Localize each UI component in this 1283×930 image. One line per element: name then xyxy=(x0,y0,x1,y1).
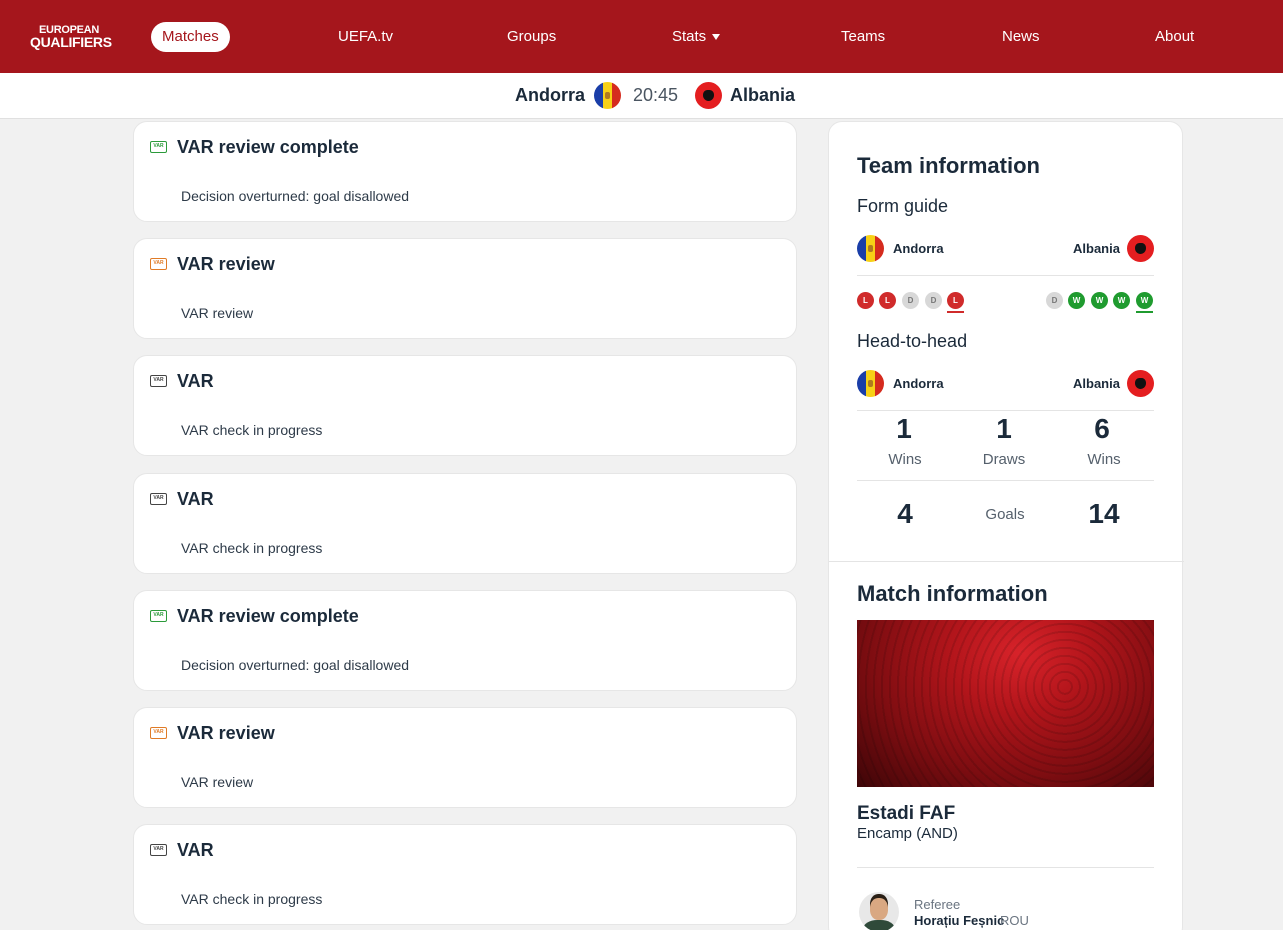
referee-avatar xyxy=(859,892,899,930)
event-card: VAR VAR VAR check in progress xyxy=(133,824,797,925)
form-result[interactable]: D xyxy=(902,292,919,309)
divider xyxy=(857,867,1154,868)
logo-line2: QUALIFIERS xyxy=(30,34,112,50)
away-team-name[interactable]: Albania xyxy=(730,85,795,106)
event-text: Decision overturned: goal disallowed xyxy=(181,657,410,673)
divider xyxy=(857,410,1154,411)
referee-name[interactable]: Horațiu Feșnic xyxy=(914,913,1004,928)
event-title: VAR review xyxy=(177,254,275,274)
event-text: VAR review xyxy=(181,305,254,321)
var-review-icon: VAR xyxy=(150,727,167,739)
h2h-away-team[interactable]: Albania xyxy=(1073,376,1120,391)
h2h-away-wins: 6 xyxy=(1094,413,1110,444)
var-complete-icon: VAR xyxy=(150,610,167,622)
nav-news[interactable]: News xyxy=(1002,22,1040,52)
match-score-bar: Andorra 20:45 Albania xyxy=(0,73,1283,119)
event-card: VAR VAR review VAR review xyxy=(133,707,797,808)
match-sidebar: Team information Form guide Andorra Alba… xyxy=(828,121,1184,930)
form-result[interactable]: W xyxy=(1136,292,1153,313)
var-check-icon: VAR xyxy=(150,844,167,856)
nav-groups[interactable]: Groups xyxy=(507,22,556,52)
form-guide-heading: Form guide xyxy=(857,196,949,216)
home-team-name[interactable]: Andorra xyxy=(515,85,585,106)
nav-stats-label: Stats xyxy=(672,28,707,45)
event-card: VAR VAR review complete Decision overtur… xyxy=(133,121,797,222)
andorra-flag-icon xyxy=(594,82,621,109)
event-card: VAR VAR VAR check in progress xyxy=(133,473,797,574)
nav-about[interactable]: About xyxy=(1155,22,1194,52)
form-result[interactable]: W xyxy=(1091,292,1108,309)
european-qualifiers-logo[interactable]: EUROPEAN QUALIFIERS xyxy=(30,24,112,50)
h2h-draws: 1 xyxy=(996,413,1012,444)
form-result[interactable]: L xyxy=(947,292,964,313)
stadium-image xyxy=(857,620,1154,787)
head-to-head-heading: Head-to-head xyxy=(857,331,968,351)
form-home-team[interactable]: Andorra xyxy=(893,241,944,256)
form-result[interactable]: L xyxy=(879,292,896,309)
form-result[interactable]: L xyxy=(857,292,874,309)
event-card: VAR VAR VAR check in progress xyxy=(133,355,797,456)
referee-nationality: ROU xyxy=(1000,913,1029,928)
event-title: VAR review complete xyxy=(177,606,359,626)
var-complete-icon: VAR xyxy=(150,141,167,153)
h2h-away-goals: 14 xyxy=(1088,498,1120,529)
event-title: VAR xyxy=(177,489,214,509)
form-result[interactable]: W xyxy=(1113,292,1130,309)
event-title: VAR xyxy=(177,371,214,391)
var-check-icon: VAR xyxy=(150,375,167,387)
event-text: VAR check in progress xyxy=(181,540,323,556)
var-check-icon: VAR xyxy=(150,493,167,505)
andorra-flag-icon xyxy=(857,235,884,262)
match-information-heading: Match information xyxy=(857,581,1048,606)
nav-stats[interactable]: Stats xyxy=(672,22,721,52)
event-card: VAR VAR review complete Decision overtur… xyxy=(133,590,797,691)
top-navigation: EUROPEAN QUALIFIERS Matches UEFA.tv Grou… xyxy=(0,0,1283,73)
event-text: VAR check in progress xyxy=(181,422,323,438)
event-text: VAR review xyxy=(181,774,254,790)
event-text: VAR check in progress xyxy=(181,891,323,907)
referee-role: Referee xyxy=(914,897,961,912)
andorra-flag-icon xyxy=(857,370,884,397)
form-result[interactable]: D xyxy=(925,292,942,309)
h2h-home-team[interactable]: Andorra xyxy=(893,376,944,391)
team-information-heading: Team information xyxy=(857,153,1040,178)
event-title: VAR review xyxy=(177,723,275,743)
venue-city: Encamp (AND) xyxy=(857,825,958,842)
albania-flag-icon xyxy=(1127,370,1154,397)
event-title: VAR xyxy=(177,840,214,860)
venue-name[interactable]: Estadi FAF xyxy=(857,803,955,825)
nav-matches[interactable]: Matches xyxy=(151,22,230,52)
chevron-down-icon xyxy=(712,34,721,41)
kickoff-time: 20:45 xyxy=(633,85,679,105)
h2h-away-wins-label: Wins xyxy=(1087,451,1121,468)
divider xyxy=(857,275,1154,276)
h2h-draws-label: Draws xyxy=(982,451,1026,468)
var-review-icon: VAR xyxy=(150,258,167,270)
event-card: VAR VAR review VAR review xyxy=(133,238,797,339)
event-title: VAR review complete xyxy=(177,137,359,157)
event-text: Decision overturned: goal disallowed xyxy=(181,188,410,204)
form-result[interactable]: W xyxy=(1068,292,1085,309)
form-away-team[interactable]: Albania xyxy=(1073,241,1120,256)
divider xyxy=(857,480,1154,481)
h2h-goals-label: Goals xyxy=(985,506,1025,523)
nav-uefa-tv[interactable]: UEFA.tv xyxy=(338,22,393,52)
section-divider xyxy=(829,561,1184,562)
form-result[interactable]: D xyxy=(1046,292,1063,309)
h2h-home-goals: 4 xyxy=(897,498,913,529)
h2h-home-wins-label: Wins xyxy=(888,451,922,468)
albania-flag-icon xyxy=(1127,235,1154,262)
nav-teams[interactable]: Teams xyxy=(841,22,885,52)
albania-flag-icon xyxy=(695,82,722,109)
h2h-home-wins: 1 xyxy=(896,413,912,444)
